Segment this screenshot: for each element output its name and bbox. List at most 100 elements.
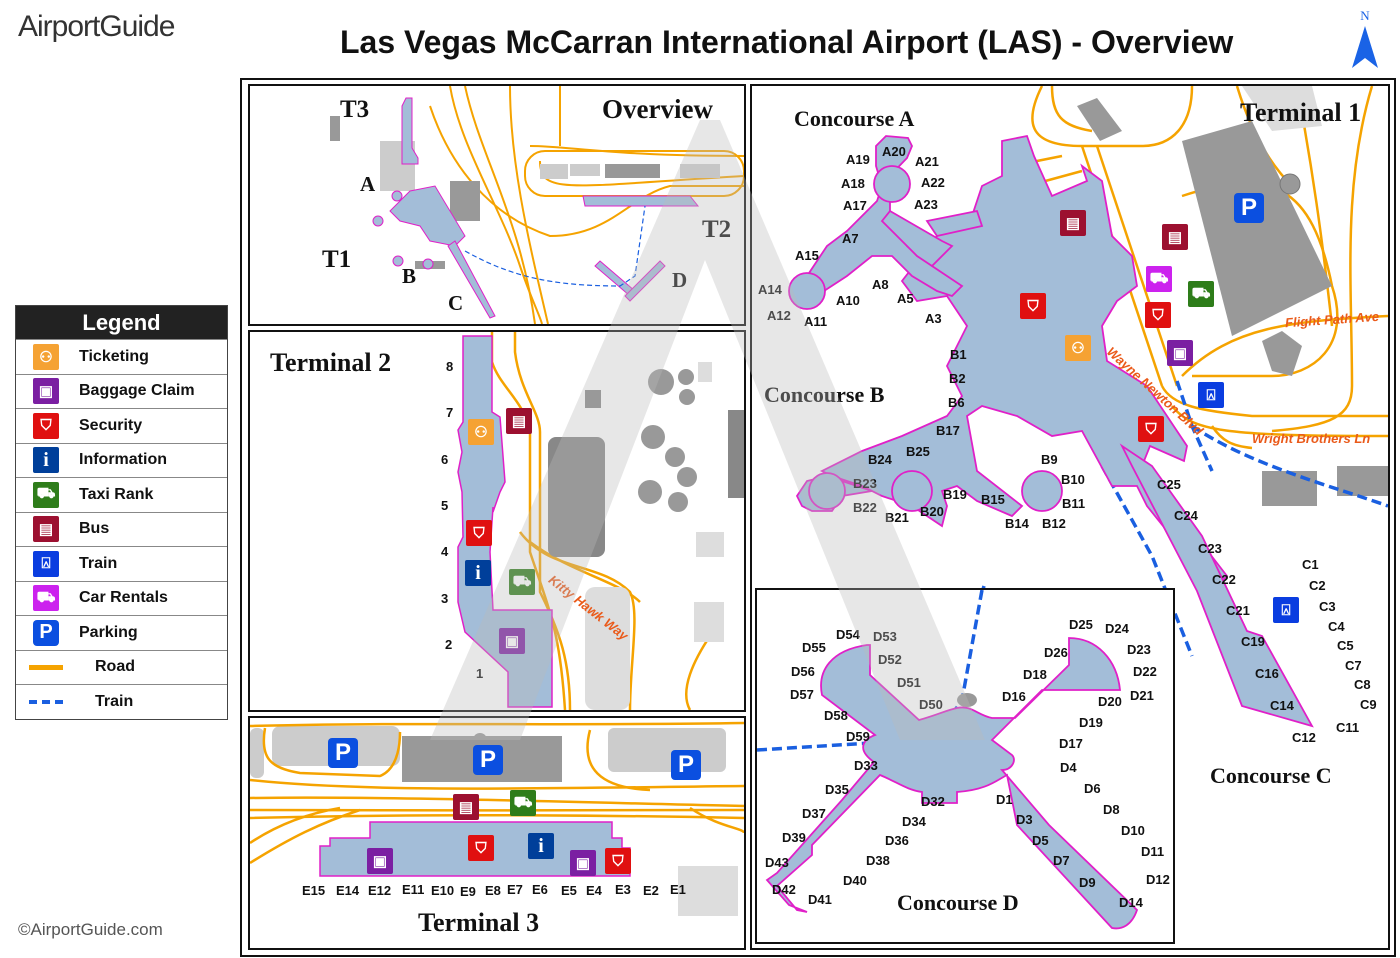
gate-label: D42 xyxy=(772,882,796,897)
bus-icon[interactable]: ▤ xyxy=(506,408,532,434)
concourse-c-title: Concourse C xyxy=(1210,763,1332,788)
bus-icon[interactable]: ▤ xyxy=(1162,224,1188,250)
gate-label: B11 xyxy=(1062,496,1086,511)
gate-label: A8 xyxy=(872,277,889,292)
baggage-claim-icon[interactable]: ▣ xyxy=(570,850,596,876)
gate-label: D51 xyxy=(897,675,921,690)
train-icon[interactable]: ⍓ xyxy=(1198,382,1224,408)
security-icon[interactable]: ⛉ xyxy=(468,835,494,861)
bus-icon: ▤ xyxy=(33,516,59,543)
gate-label: A18 xyxy=(841,176,865,191)
parking-icon[interactable]: P xyxy=(1234,193,1264,223)
gate-label: C22 xyxy=(1212,572,1236,587)
terminal3-panel: P P P ▤ ⛟ ▣ ⛉ i ▣ ⛉ E15 E14 E12 E11 E10 … xyxy=(248,716,746,950)
legend-item-security: ⛉ Security xyxy=(16,408,227,443)
gate-label: 1 xyxy=(476,666,484,681)
gate-label: D53 xyxy=(873,629,897,644)
baggage-claim-icon[interactable]: ▣ xyxy=(499,628,525,654)
gate-label: B24 xyxy=(868,452,892,467)
train-icon[interactable]: ⍓ xyxy=(1273,597,1299,623)
gate-label: B12 xyxy=(1042,516,1066,531)
gate-label: D4 xyxy=(1060,760,1077,775)
security-icon[interactable]: ⛉ xyxy=(1145,302,1171,328)
north-label: N xyxy=(1360,8,1370,23)
gate-label: D35 xyxy=(825,782,849,797)
gate-label: C9 xyxy=(1360,697,1377,712)
baggage-claim-icon[interactable]: ▣ xyxy=(367,848,393,874)
overview-label-a: A xyxy=(360,172,376,196)
gate-label: D1 xyxy=(996,792,1013,807)
gate-label: E1 xyxy=(670,882,686,897)
gate-label: D21 xyxy=(1130,688,1154,703)
information-icon[interactable]: i xyxy=(528,833,554,859)
gate-label: B1 xyxy=(950,347,967,362)
gate-label: C12 xyxy=(1292,730,1316,745)
security-icon[interactable]: ⛉ xyxy=(466,520,492,546)
gate-label: D5 xyxy=(1032,833,1049,848)
legend-item-train-line: Train xyxy=(16,684,227,719)
gate-label: E3 xyxy=(615,882,631,897)
gate-label: 7 xyxy=(446,405,454,420)
gate-label: D11 xyxy=(1141,844,1165,859)
gate-label: D16 xyxy=(1002,689,1026,704)
legend-item-parking: P Parking xyxy=(16,615,227,650)
gate-label: D14 xyxy=(1119,895,1143,910)
gate-label: C1 xyxy=(1302,557,1319,572)
gate-label: C23 xyxy=(1198,541,1222,556)
parking-icon[interactable]: P xyxy=(473,745,503,775)
terminal2-panel: Terminal 2 8 7 6 5 4 3 2 1 ⚇ ▤ ⛉ i ⛟ ▣ K… xyxy=(248,330,746,712)
gate-label: A11 xyxy=(804,314,828,329)
gate-label: D56 xyxy=(791,664,815,679)
parking-icon[interactable]: P xyxy=(671,750,701,780)
ticketing-icon[interactable]: ⚇ xyxy=(1065,335,1091,361)
bus-icon[interactable]: ▤ xyxy=(1060,210,1086,236)
gate-label: B17 xyxy=(936,423,960,438)
airportguide-logo: AirportGuide xyxy=(18,10,175,44)
bus-icon[interactable]: ▤ xyxy=(453,794,479,820)
gate-label: A10 xyxy=(836,293,860,308)
overview-title: Overview xyxy=(602,94,713,124)
legend: Legend ⚇ Ticketing ▣ Baggage Claim ⛉ Securi… xyxy=(15,305,228,720)
overview-label-t1: T1 xyxy=(322,246,352,273)
baggage-claim-icon[interactable]: ▣ xyxy=(1167,340,1193,366)
gate-label: B22 xyxy=(853,500,877,515)
parking-icon: P xyxy=(33,619,59,646)
car-rental-icon[interactable]: ⛟ xyxy=(1146,266,1172,292)
gate-label: C16 xyxy=(1255,666,1279,681)
gate-label: C4 xyxy=(1328,619,1345,634)
information-icon[interactable]: i xyxy=(465,560,491,586)
gate-label: B10 xyxy=(1061,472,1085,487)
gate-label: D32 xyxy=(921,794,945,809)
taxi-icon[interactable]: ⛟ xyxy=(510,790,536,816)
taxi-icon[interactable]: ⛟ xyxy=(509,569,535,595)
parking-icon[interactable]: P xyxy=(328,738,358,768)
gate-label: A21 xyxy=(915,154,939,169)
gate-label: B6 xyxy=(948,395,965,410)
security-icon[interactable]: ⛉ xyxy=(1020,293,1046,319)
gate-label: 8 xyxy=(446,359,454,374)
street-label-wright-brothers: Wright Brothers Ln xyxy=(1252,431,1371,446)
gate-label: D12 xyxy=(1146,872,1170,887)
gate-label: A19 xyxy=(846,152,870,167)
gate-label: D18 xyxy=(1023,667,1047,682)
gate-label: E10 xyxy=(431,883,455,898)
gate-label: D19 xyxy=(1079,715,1103,730)
gate-label: 3 xyxy=(441,591,449,606)
security-icon[interactable]: ⛉ xyxy=(605,848,631,874)
taxi-icon[interactable]: ⛟ xyxy=(1188,281,1214,307)
legend-title: Legend xyxy=(16,306,227,339)
concourse-b-title: Concourse B xyxy=(764,382,885,407)
security-icon[interactable]: ⛉ xyxy=(1138,416,1164,442)
gate-label: D17 xyxy=(1059,736,1083,751)
ticketing-icon[interactable]: ⚇ xyxy=(468,419,494,445)
train-icon: ⍓ xyxy=(33,550,59,577)
gate-label: B15 xyxy=(981,492,1005,507)
gate-label: D36 xyxy=(885,833,909,848)
gate-label: B21 xyxy=(885,510,909,525)
legend-item-train: ⍓ Train xyxy=(16,546,227,581)
legend-item-car-rentals: ⛟ Car Rentals xyxy=(16,580,227,616)
concourse-d-title: Concourse D xyxy=(897,890,1019,915)
gate-label: D26 xyxy=(1044,645,1068,660)
gate-label: A12 xyxy=(767,308,791,323)
gate-label: D40 xyxy=(843,873,867,888)
